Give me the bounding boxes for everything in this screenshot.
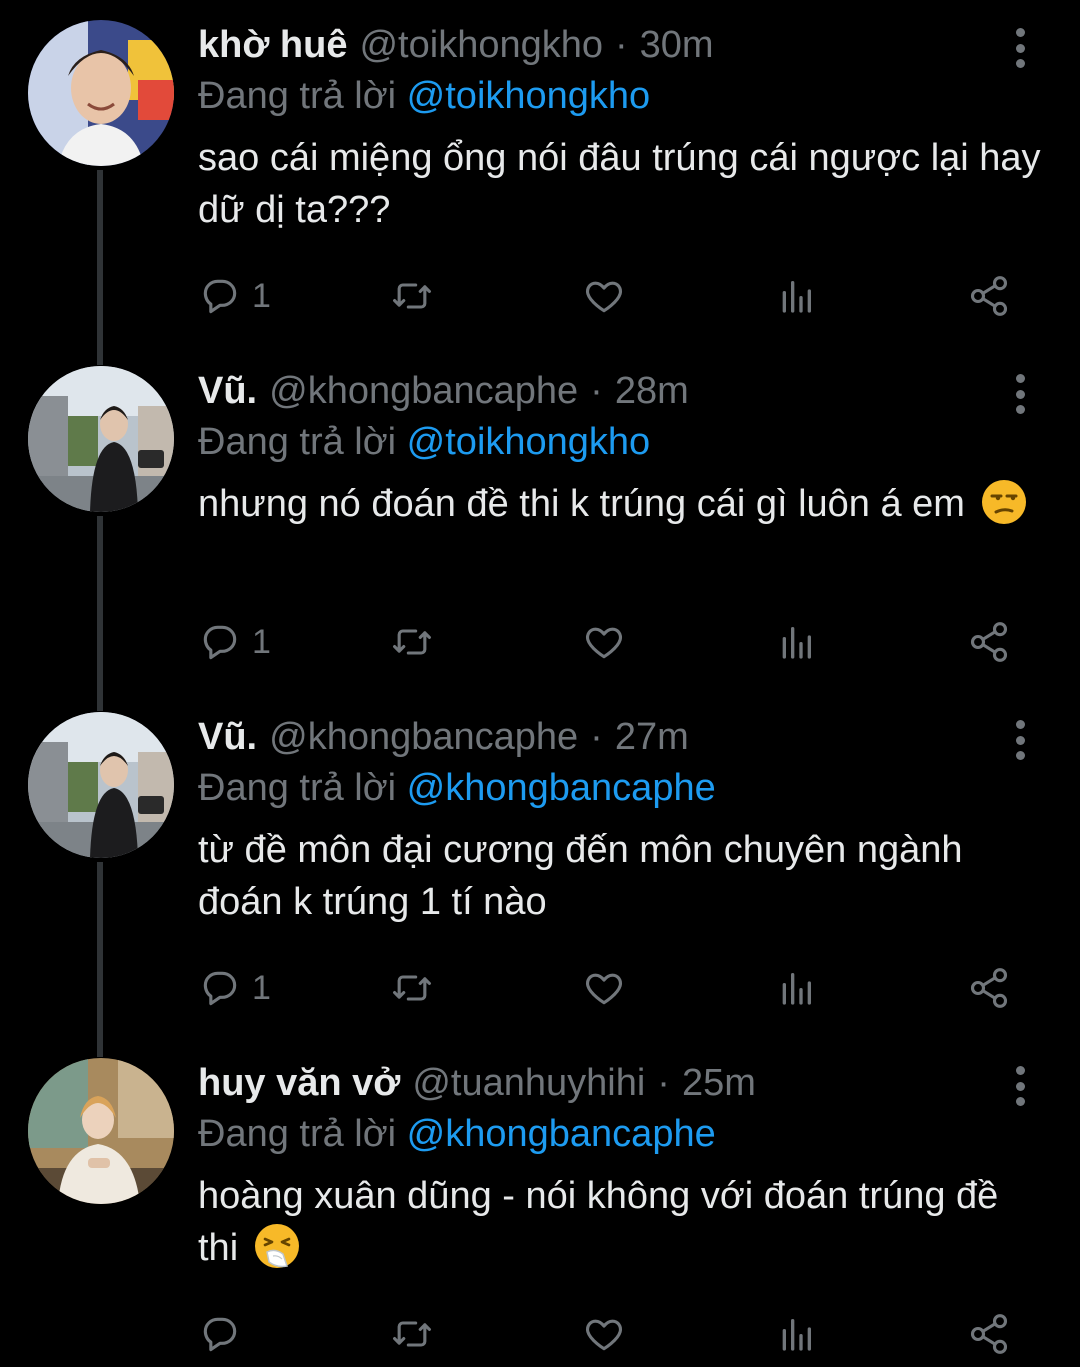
analytics-icon [782, 1319, 811, 1351]
mention-link[interactable]: @toikhongkho [407, 75, 651, 117]
separator-dot: · [590, 716, 603, 758]
views-button[interactable] [776, 1304, 816, 1364]
like-button[interactable] [582, 266, 626, 326]
display-name[interactable]: Vũ. [198, 712, 257, 762]
reply-count: 1 [252, 968, 271, 1007]
share-button[interactable] [966, 612, 1012, 672]
like-button[interactable] [582, 612, 626, 672]
user-handle[interactable]: @khongbancaphe [269, 712, 578, 762]
heart-icon [585, 973, 623, 1005]
tweet[interactable]: huy văn vở @tuanhuyhihi · 25m Đang trả l… [0, 1058, 1080, 1367]
retweet-icon [393, 283, 431, 309]
tweet-text-content: nhưng nó đoán đề thi k trúng cái gì luôn… [198, 483, 965, 525]
reply-count: 1 [252, 622, 271, 661]
share-icon [970, 968, 1008, 1008]
heart-icon [585, 627, 623, 659]
user-handle[interactable]: @khongbancaphe [269, 366, 578, 416]
avatar[interactable] [28, 20, 174, 166]
reply-icon [203, 625, 237, 660]
separator-dot: · [615, 24, 628, 66]
timestamp[interactable]: 25m [682, 1058, 756, 1108]
display-name[interactable]: khờ huê [198, 20, 347, 70]
display-name[interactable]: Vũ. [198, 366, 257, 416]
like-button[interactable] [582, 958, 626, 1018]
heart-icon [585, 281, 623, 313]
reply-button[interactable]: 1 [198, 958, 271, 1018]
retweet-icon [393, 975, 431, 1001]
heart-icon [585, 1319, 623, 1351]
analytics-icon [782, 973, 811, 1005]
share-button[interactable] [966, 1304, 1012, 1364]
timestamp[interactable]: 28m [615, 366, 689, 416]
replying-label: Đang trả lời [198, 421, 397, 463]
action-bar [0, 1304, 1080, 1364]
avatar[interactable] [28, 712, 174, 858]
replying-to: Đang trả lời @khongbancaphe [198, 1108, 716, 1160]
views-button[interactable] [776, 612, 816, 672]
separator-dot: · [590, 370, 603, 412]
timestamp[interactable]: 30m [640, 20, 714, 70]
tweet[interactable]: Vũ. @khongbancaphe · 27m Đang trả lời @k… [0, 712, 1080, 1042]
replying-label: Đang trả lời [198, 1113, 397, 1155]
avatar[interactable] [28, 366, 174, 512]
reply-icon [203, 1317, 237, 1352]
tweet-text: từ đề môn đại cương đến môn chuyên ngành… [198, 824, 1048, 928]
tweet-text: nhưng nó đoán đề thi k trúng cái gì luôn… [198, 478, 1048, 530]
share-button[interactable] [966, 266, 1012, 326]
share-icon [970, 1314, 1008, 1354]
reply-icon [203, 971, 237, 1006]
mention-link[interactable]: @khongbancaphe [407, 767, 716, 809]
display-name[interactable]: huy văn vở [198, 1058, 400, 1108]
more-vertical-icon[interactable] [1004, 374, 1036, 414]
replying-to: Đang trả lời @toikhongkho [198, 416, 650, 468]
action-bar: 1 [0, 958, 1080, 1018]
retweet-icon [393, 629, 431, 655]
reply-button[interactable]: 1 [198, 266, 271, 326]
unamused-face-icon [981, 480, 1026, 524]
user-handle[interactable]: @toikhongkho [359, 20, 603, 70]
user-handle[interactable]: @tuanhuyhihi [412, 1058, 645, 1108]
reply-icon [203, 279, 237, 314]
timestamp[interactable]: 27m [615, 712, 689, 762]
retweet-icon [393, 1321, 431, 1347]
retweet-button[interactable] [388, 958, 436, 1018]
views-button[interactable] [776, 958, 816, 1018]
retweet-button[interactable] [388, 612, 436, 672]
share-icon [970, 276, 1008, 316]
replying-label: Đang trả lời [198, 75, 397, 117]
reply-button[interactable] [198, 1304, 252, 1364]
more-vertical-icon[interactable] [1004, 28, 1036, 68]
tweet-text-content: từ đề môn đại cương đến môn chuyên ngành… [198, 829, 963, 923]
more-vertical-icon[interactable] [1004, 720, 1036, 760]
retweet-button[interactable] [388, 1304, 436, 1364]
reply-count: 1 [252, 276, 271, 315]
action-bar: 1 [0, 266, 1080, 326]
mention-link[interactable]: @khongbancaphe [407, 1113, 716, 1155]
tweet-text-content: sao cái miệng ổng nói đâu trúng cái ngượ… [198, 137, 1041, 231]
replying-to: Đang trả lời @toikhongkho [198, 70, 650, 122]
views-button[interactable] [776, 266, 816, 326]
analytics-icon [782, 627, 811, 659]
tweet-text: sao cái miệng ổng nói đâu trúng cái ngượ… [198, 132, 1048, 236]
tweet[interactable]: Vũ. @khongbancaphe · 28m Đang trả lời @t… [0, 366, 1080, 696]
tweet[interactable]: khờ huê @toikhongkho · 30m Đang trả lời … [0, 20, 1080, 350]
share-icon [970, 622, 1008, 662]
avatar[interactable] [28, 1058, 174, 1204]
replying-to: Đang trả lời @khongbancaphe [198, 762, 716, 814]
tweet-text-content: hoàng xuân dũng - nói không với đoán trú… [198, 1175, 999, 1269]
tweet-text: hoàng xuân dũng - nói không với đoán trú… [198, 1170, 1048, 1274]
mention-link[interactable]: @toikhongkho [407, 421, 651, 463]
more-vertical-icon[interactable] [1004, 1066, 1036, 1106]
reply-button[interactable]: 1 [198, 612, 271, 672]
separator-dot: · [657, 1062, 670, 1104]
retweet-button[interactable] [388, 266, 436, 326]
like-button[interactable] [582, 1304, 626, 1364]
share-button[interactable] [966, 958, 1012, 1018]
replying-label: Đang trả lời [198, 767, 397, 809]
analytics-icon [782, 281, 811, 313]
sneezing-face-icon [254, 1224, 299, 1268]
action-bar: 1 [0, 612, 1080, 672]
